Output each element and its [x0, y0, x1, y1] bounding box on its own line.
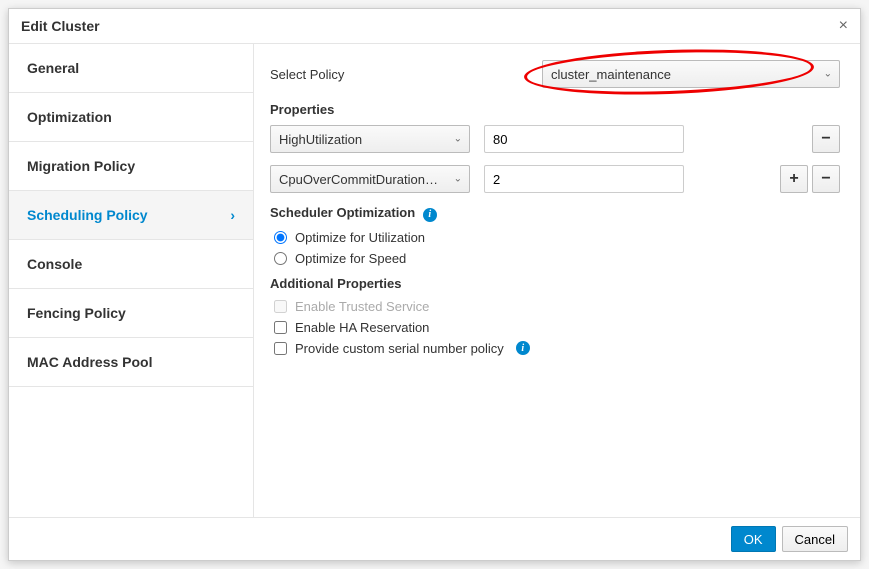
property-value-input[interactable]: [484, 165, 684, 193]
ok-button[interactable]: OK: [731, 526, 776, 552]
edit-cluster-dialog: Edit Cluster × General Optimization Migr…: [8, 8, 861, 561]
enable-trusted-service-checkbox: Enable Trusted Service: [274, 299, 840, 314]
enable-ha-reservation-checkbox[interactable]: Enable HA Reservation: [274, 320, 840, 335]
chevron-right-icon: ›: [230, 207, 235, 223]
additional-properties-title: Additional Properties: [270, 276, 840, 291]
optimize-utilization-radio[interactable]: Optimize for Utilization: [274, 230, 840, 245]
dialog-header: Edit Cluster ×: [9, 9, 860, 44]
property-value-input[interactable]: [484, 125, 684, 153]
cancel-button[interactable]: Cancel: [782, 526, 848, 552]
tab-mac-address-pool[interactable]: MAC Address Pool: [9, 338, 253, 387]
properties-title: Properties: [270, 102, 840, 117]
tab-migration-policy[interactable]: Migration Policy: [9, 142, 253, 191]
dialog-footer: OK Cancel: [9, 517, 860, 560]
property-row: HighUtilization ⌄ −: [270, 125, 840, 153]
property-key-select[interactable]: HighUtilization: [270, 125, 470, 153]
tabs-sidebar: General Optimization Migration Policy Sc…: [9, 44, 254, 517]
property-key-select[interactable]: CpuOverCommitDurationMinu: [270, 165, 470, 193]
info-icon[interactable]: i: [516, 341, 530, 355]
select-policy-dropdown[interactable]: cluster_maintenance: [542, 60, 840, 88]
tab-general[interactable]: General: [9, 44, 253, 93]
content-pane: Select Policy cluster_maintenance ⌄ Prop…: [254, 44, 860, 517]
tab-scheduling-policy[interactable]: Scheduling Policy ›: [9, 191, 253, 240]
select-policy-label: Select Policy: [270, 67, 530, 82]
remove-property-button[interactable]: −: [812, 165, 840, 193]
info-icon[interactable]: i: [423, 208, 437, 222]
dialog-title: Edit Cluster: [21, 18, 100, 34]
tab-optimization[interactable]: Optimization: [9, 93, 253, 142]
remove-property-button[interactable]: −: [812, 125, 840, 153]
optimize-speed-radio[interactable]: Optimize for Speed: [274, 251, 840, 266]
add-property-button[interactable]: +: [780, 165, 808, 193]
scheduler-optimization-title: Scheduler Optimization i: [270, 205, 840, 222]
tab-fencing-policy[interactable]: Fencing Policy: [9, 289, 253, 338]
close-button[interactable]: ×: [839, 17, 848, 35]
custom-serial-number-checkbox[interactable]: Provide custom serial number policy i: [274, 341, 840, 356]
property-row: CpuOverCommitDurationMinu ⌄ + −: [270, 165, 840, 193]
tab-console[interactable]: Console: [9, 240, 253, 289]
